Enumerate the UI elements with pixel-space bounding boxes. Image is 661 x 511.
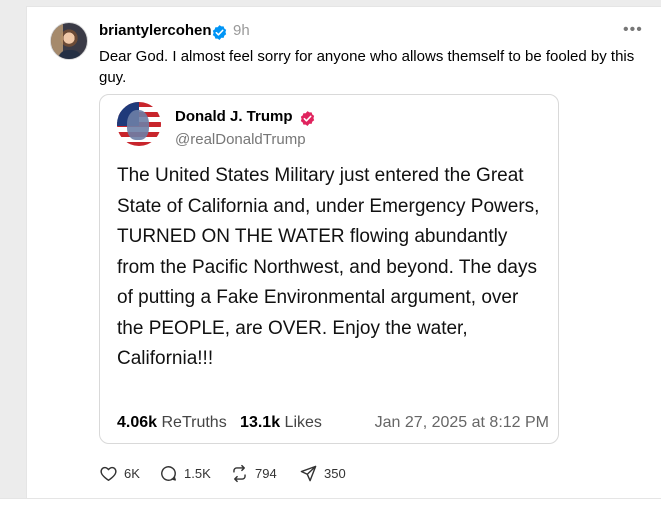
author-avatar[interactable] [50,22,88,60]
verified-icon [212,25,227,40]
quoted-post-body: The United States Military just entered … [117,165,540,369]
like-count: 6K [124,465,140,481]
repost-icon [233,464,246,482]
author-username[interactable]: briantylercohen [99,22,212,39]
quoted-post[interactable]: Donald J. Trump @realDonaldTrump The Uni… [99,94,559,444]
quoted-author-avatar[interactable] [117,102,161,146]
thread-post: briantylercohen 9h ••• Dear God. I almos… [26,6,661,498]
reply-count: 1.5K [184,465,211,481]
verified-icon [300,111,315,126]
quoted-post-date: Jan 27, 2025 at 8:12 PM [374,414,549,431]
quoted-author-name[interactable]: Donald J. Trump [175,108,293,125]
repost-button[interactable]: 794 [230,463,277,483]
more-icon[interactable]: ••• [623,21,643,39]
heart-icon [100,466,117,481]
repost-count: 794 [255,465,277,481]
likes-label: Likes [284,414,322,431]
like-button[interactable]: 6K [99,463,140,483]
retruths-label: ReTruths [161,414,227,431]
next-post-divider [0,498,661,511]
reply-button[interactable]: 1.5K [159,463,211,483]
share-icon [300,465,317,481]
post-time: 9h [233,22,250,39]
share-button[interactable]: 350 [299,463,346,483]
post-text: Dear God. I almost feel sorry for anyone… [99,48,635,86]
share-count: 350 [324,465,346,481]
quoted-author-handle: @realDonaldTrump [175,131,306,148]
comment-icon [161,465,176,481]
retruths-count: 4.06k [117,414,158,431]
quoted-post-stats: 4.06k ReTruths 13.1k Likes [117,414,322,432]
likes-count: 13.1k [240,414,281,431]
